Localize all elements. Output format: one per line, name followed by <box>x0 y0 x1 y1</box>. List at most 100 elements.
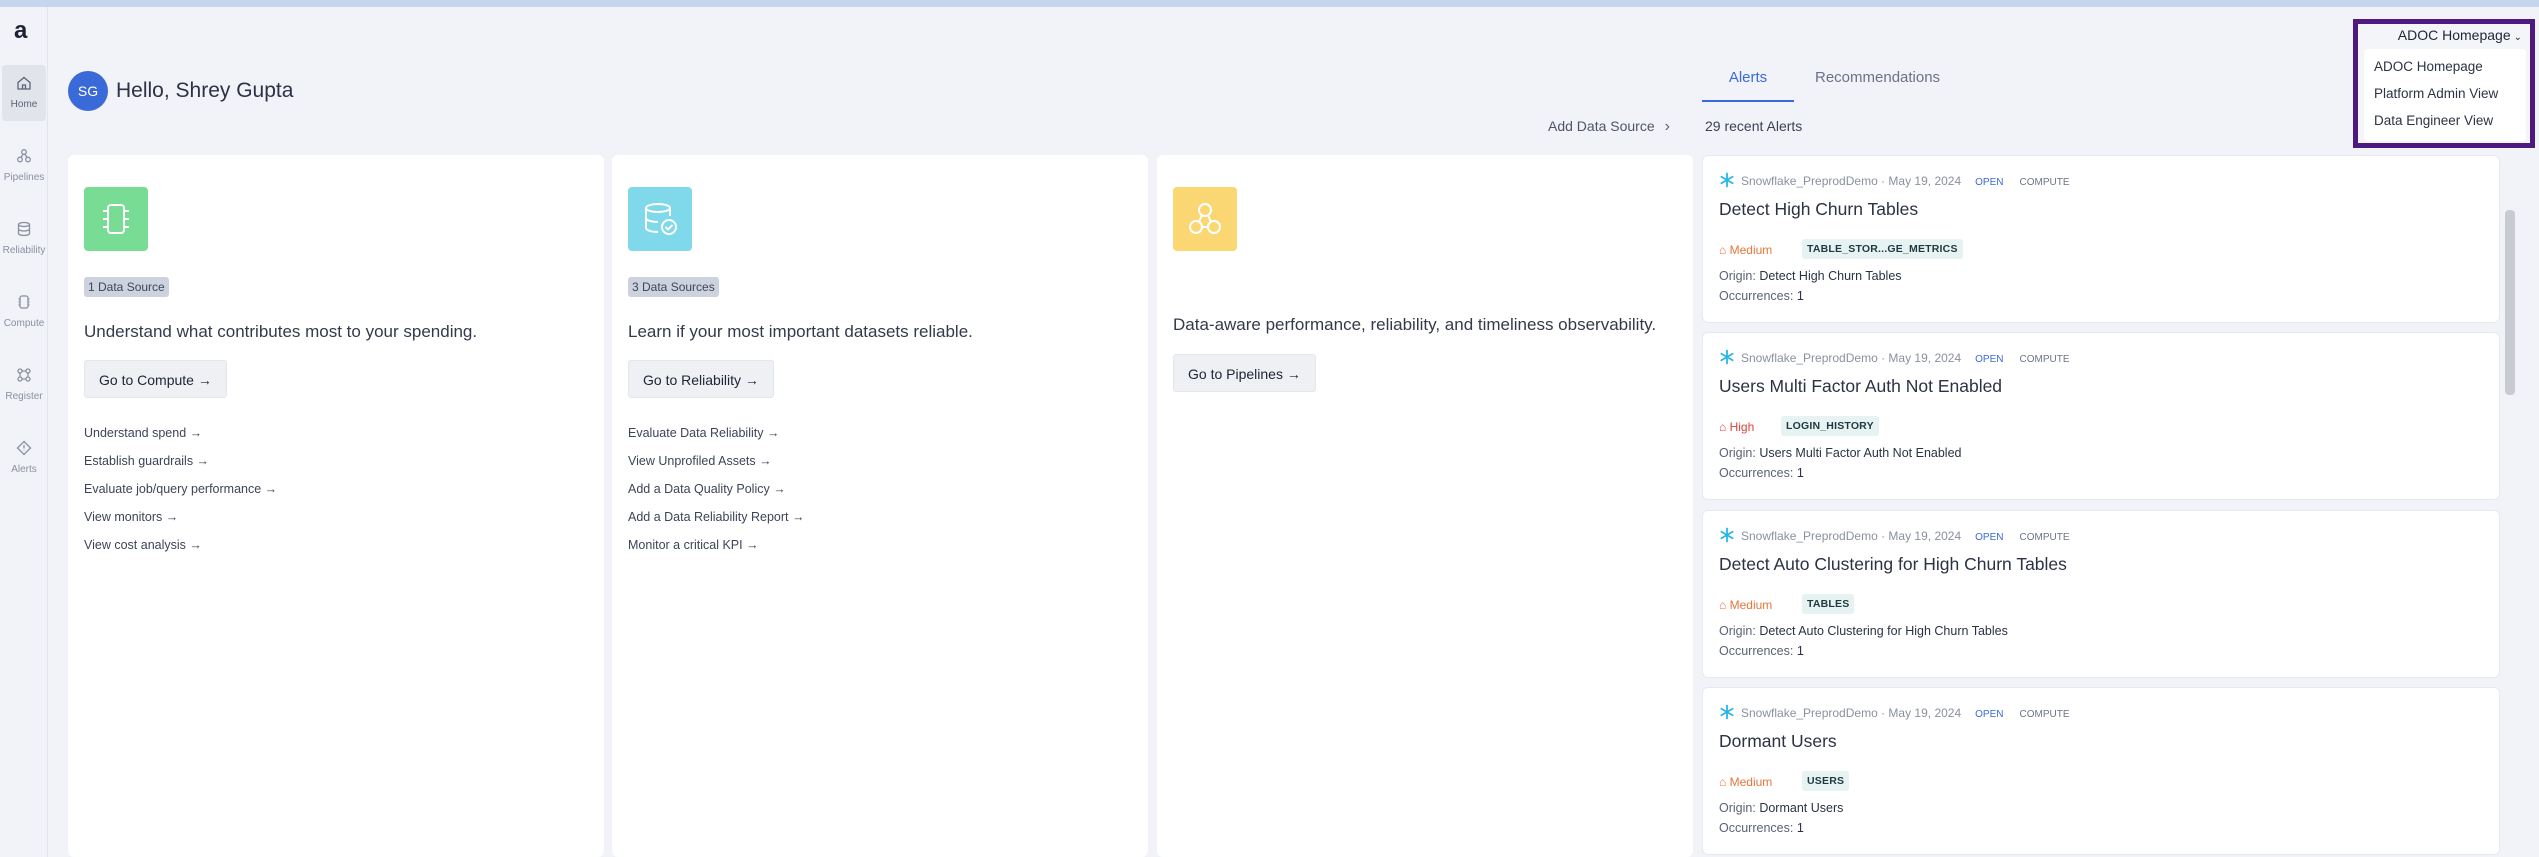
avatar[interactable]: SG <box>68 71 108 111</box>
alert-date: May 19, 2024 <box>1888 174 1962 188</box>
alerts-scrollbar-thumb[interactable] <box>2505 210 2515 395</box>
alert-origin: Origin: Detect High Churn Tables <box>1719 268 1902 284</box>
data-source-count-badge: 1 Data Source <box>84 277 169 297</box>
go-to-pipelines-button[interactable]: Go to Pipelines → <box>1173 354 1316 392</box>
sidebar-item-reliability[interactable]: Reliability <box>0 211 48 267</box>
table-tag[interactable]: USERS <box>1802 771 1850 791</box>
status-badge: OPEN <box>1975 709 2004 720</box>
sidebar-item-home[interactable]: Home <box>2 65 46 121</box>
sidebar-item-pipelines[interactable]: Pipelines <box>0 138 48 194</box>
card-description: Understand what contributes most to your… <box>84 322 478 341</box>
alert-origin: Origin: Users Multi Factor Auth Not Enab… <box>1719 445 1962 461</box>
card-description: Learn if your most important datasets re… <box>628 322 973 341</box>
snowflake-icon <box>1720 172 1734 188</box>
status-badge: OPEN <box>1975 177 2004 188</box>
alert-source: Snowflake_PreprodDemo <box>1741 351 1878 365</box>
alert-card[interactable]: Snowflake_PreprodDemo · May 19, 2024 OPEN… <box>1702 332 2500 500</box>
pipelines-icon <box>1189 203 1221 234</box>
table-tag[interactable]: LOGIN_HISTORY <box>1781 416 1879 436</box>
view-cost-analysis-link[interactable]: View cost analysis → <box>84 537 277 553</box>
origin-label: Origin: <box>1719 446 1756 460</box>
chevron-down-icon: ⌄ <box>2513 32 2522 43</box>
app-logo[interactable]: a <box>14 19 34 43</box>
view-option-adoc-homepage[interactable]: ADOC Homepage <box>2364 58 2526 76</box>
sidebar-item-alerts[interactable]: Alerts <box>0 430 48 486</box>
severity-high-icon: ⌂ <box>1719 420 1730 434</box>
severity-label: Medium <box>1729 243 1773 257</box>
monitor-critical-kpi-link[interactable]: Monitor a critical KPI → <box>628 537 804 553</box>
severity-label: High <box>1729 420 1755 434</box>
go-to-reliability-button[interactable]: Go to Reliability → <box>628 360 774 398</box>
alert-meta: Snowflake_PreprodDemo · May 19, 2024 OPEN… <box>1719 172 2069 191</box>
sidebar-item-label: Home <box>10 99 38 110</box>
severity-medium-icon: ⌂ <box>1719 598 1730 612</box>
alert-title[interactable]: Detect High Churn Tables <box>1719 197 1918 221</box>
table-tag[interactable]: TABLE_STOR...GE_METRICS <box>1802 239 1963 259</box>
origin-label: Origin: <box>1719 624 1756 638</box>
view-switcher: ADOC Homepage ⌄ ADOC Homepage Platform Ad… <box>2353 19 2535 148</box>
recent-alerts-count: 29 recent Alerts <box>1705 118 1803 134</box>
evaluate-performance-link[interactable]: Evaluate job/query performance → <box>84 481 277 497</box>
add-data-quality-policy-link[interactable]: Add a Data Quality Policy → <box>628 481 804 497</box>
occurrences-value: 1 <box>1796 466 1804 480</box>
occurrences-value: 1 <box>1796 821 1804 835</box>
snowflake-icon <box>1720 704 1734 720</box>
alert-icon <box>16 440 32 456</box>
table-tag[interactable]: TABLES <box>1802 594 1855 614</box>
pipelines-icon <box>17 149 31 163</box>
category-badge: COMPUTE <box>2019 532 2070 543</box>
go-to-compute-button[interactable]: Go to Compute → <box>84 360 227 398</box>
alert-date: May 19, 2024 <box>1888 529 1962 543</box>
alert-card[interactable]: Snowflake_PreprodDemo · May 19, 2024 OPEN… <box>1702 510 2500 678</box>
alert-meta: Snowflake_PreprodDemo · May 19, 2024 OPEN… <box>1719 704 2069 723</box>
origin-value: Detect Auto Clustering for High Churn Ta… <box>1759 624 2008 638</box>
add-data-reliability-report-link[interactable]: Add a Data Reliability Report → <box>628 509 804 525</box>
sidebar-item-label: Alerts <box>11 464 37 475</box>
occurrences-value: 1 <box>1796 644 1804 658</box>
view-option-platform-admin[interactable]: Platform Admin View <box>2364 85 2526 103</box>
severity-label: Medium <box>1729 775 1773 789</box>
tab-recommendations[interactable]: Recommendations <box>1815 62 1940 102</box>
current-view-label: ADOC Homepage <box>2397 27 2511 43</box>
reliability-card: 3 Data Sources Learn if your most import… <box>612 155 1148 857</box>
alert-occurrences: Occurrences: 1 <box>1719 288 1804 304</box>
origin-label: Origin: <box>1719 801 1756 815</box>
origin-value: Dormant Users <box>1759 801 1844 815</box>
alert-title[interactable]: Dormant Users <box>1719 729 1837 753</box>
alert-title[interactable]: Users Multi Factor Auth Not Enabled <box>1719 374 2002 398</box>
severity-medium-icon: ⌂ <box>1719 775 1730 789</box>
sidebar-item-register[interactable]: Register <box>0 357 48 413</box>
occurrences-label: Occurrences: <box>1719 821 1794 835</box>
evaluate-data-reliability-link[interactable]: Evaluate Data Reliability → <box>628 425 804 441</box>
understand-spend-link[interactable]: Understand spend → <box>84 425 277 441</box>
category-badge: COMPUTE <box>2019 177 2070 188</box>
view-switcher-menu: ADOC Homepage Platform Admin View Data E… <box>2364 49 2526 141</box>
view-monitors-link[interactable]: View monitors → <box>84 509 277 525</box>
compute-card: 1 Data Source Understand what contribute… <box>68 155 604 857</box>
occurrences-label: Occurrences: <box>1719 466 1794 480</box>
chevron-right-icon: › <box>1664 118 1670 135</box>
card-description: Data-aware performance, reliability, and… <box>1173 315 1657 334</box>
occurrences-label: Occurrences: <box>1719 644 1794 658</box>
top-accent-bar <box>0 0 2539 7</box>
establish-guardrails-link[interactable]: Establish guardrails → <box>84 453 277 469</box>
view-switcher-toggle[interactable]: ADOC Homepage ⌄ <box>2398 26 2522 47</box>
sidebar-item-label: Pipelines <box>3 172 45 183</box>
view-option-data-engineer[interactable]: Data Engineer View <box>2364 112 2526 130</box>
alert-card[interactable]: Snowflake_PreprodDemo · May 19, 2024 OPEN… <box>1702 687 2500 855</box>
alert-card[interactable]: Snowflake_PreprodDemo · May 19, 2024 OPEN… <box>1702 155 2500 323</box>
add-data-source-label: Add Data Source <box>1548 118 1655 134</box>
snowflake-icon <box>1720 527 1734 543</box>
alert-title[interactable]: Detect Auto Clustering for High Churn Ta… <box>1719 552 2067 576</box>
sidebar-item-label: Compute <box>3 318 45 329</box>
origin-label: Origin: <box>1719 269 1756 283</box>
view-unprofiled-assets-link[interactable]: View Unprofiled Assets → <box>628 453 804 469</box>
origin-value: Users Multi Factor Auth Not Enabled <box>1759 446 1962 460</box>
home-icon <box>17 76 31 90</box>
add-data-source-link[interactable]: Add Data Source › <box>1548 116 1670 137</box>
sidebar-item-compute[interactable]: Compute <box>0 284 48 340</box>
tab-alerts[interactable]: Alerts <box>1702 62 1794 102</box>
origin-value: Detect High Churn Tables <box>1759 269 1902 283</box>
reliability-links: Evaluate Data Reliability → View Unprofi… <box>628 425 804 565</box>
status-badge: OPEN <box>1975 532 2004 543</box>
